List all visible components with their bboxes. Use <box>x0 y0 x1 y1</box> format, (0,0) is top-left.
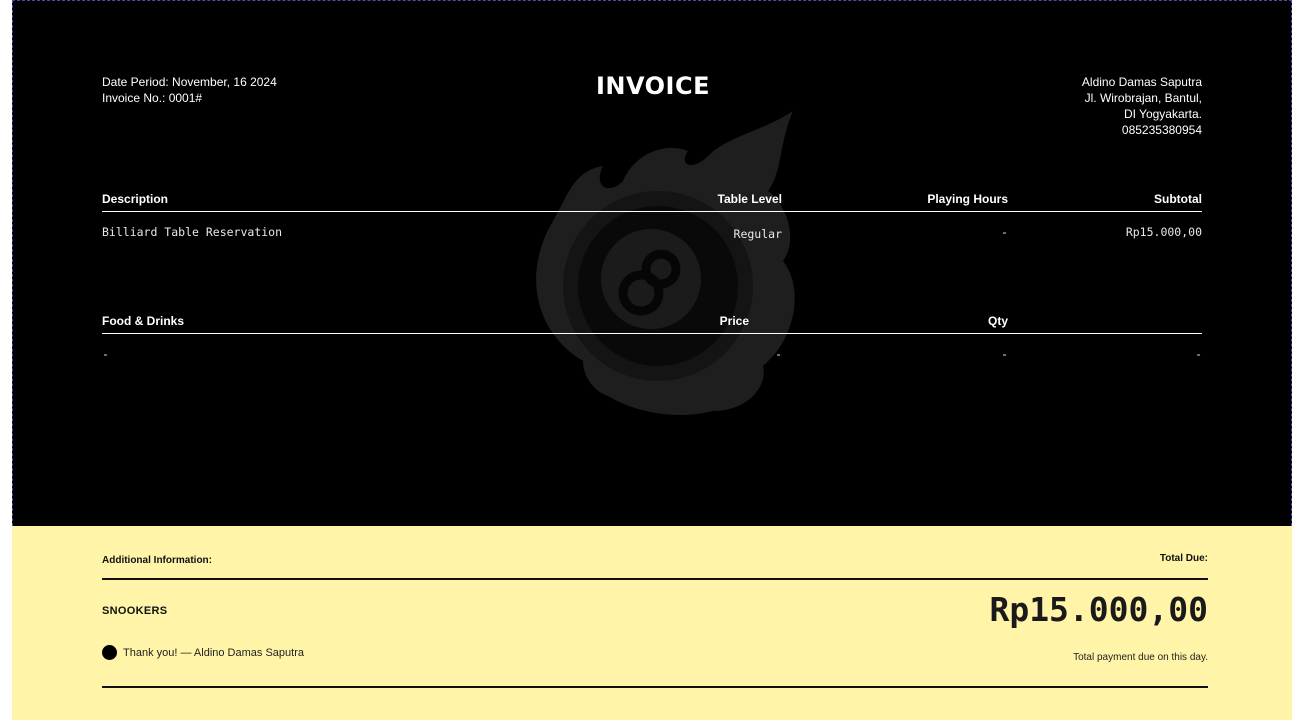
additional-info-label: Additional Information: <box>102 555 212 566</box>
reservation-table: Description Table Level Playing Hours Su… <box>102 192 1202 249</box>
cell-subtotal: Rp15.000,00 <box>1125 225 1202 239</box>
food-drinks-table-header: Food & Drinks Price Qty <box>102 314 1202 334</box>
total-amount: Rp15.000,00 <box>989 590 1208 629</box>
company-info: Aldino Damas Saputra Jl. Wirobrajan, Ban… <box>1082 74 1202 138</box>
company-address-line1: Jl. Wirobrajan, Bantul, <box>1084 91 1202 105</box>
table-row: - - - - <box>102 347 1202 371</box>
table-row: Billiard Table Reservation Regular - Rp1… <box>102 225 1202 249</box>
column-header-description: Description <box>102 192 169 206</box>
column-header-price: Price <box>719 314 749 328</box>
company-name: Aldino Damas Saputra <box>1081 75 1202 89</box>
cell-price: - <box>775 347 782 361</box>
cell-table-level: Regular <box>733 227 782 241</box>
cell-qty: - <box>1001 347 1008 361</box>
divider <box>102 686 1208 688</box>
column-header-food-drinks: Food & Drinks <box>102 314 185 328</box>
thank-you-note: Thank you! — Aldino Damas Saputra <box>102 645 304 660</box>
payment-due-note: Total payment due on this day. <box>1073 652 1208 663</box>
eight-ball-flame-icon <box>536 111 795 416</box>
cell-total: - <box>1195 347 1202 361</box>
column-header-subtotal: Subtotal <box>1154 192 1202 206</box>
company-address-line2: DI Yogyakarta. <box>1123 107 1202 121</box>
cell-playing-hours: - <box>1001 225 1008 239</box>
thank-you-text: Thank you! — Aldino Damas Saputra <box>123 646 304 659</box>
brand-name: SNOOKERS <box>102 605 168 617</box>
column-header-playing-hours: Playing Hours <box>927 192 1008 206</box>
food-drinks-table: Food & Drinks Price Qty - - - - <box>102 314 1202 371</box>
cell-food: - <box>102 347 109 361</box>
column-header-qty: Qty <box>987 314 1008 328</box>
divider <box>102 578 1208 580</box>
invoice-page: Date Period: November, 16 2024 Invoice N… <box>12 0 1292 720</box>
column-header-table-level: Table Level <box>717 192 782 206</box>
bullet-dot-icon <box>102 645 117 660</box>
total-due-label: Total Due: <box>1159 553 1208 564</box>
reservation-table-header: Description Table Level Playing Hours Su… <box>102 192 1202 212</box>
invoice-title: INVOICE <box>595 72 710 100</box>
company-phone: 085235380954 <box>1121 123 1202 137</box>
invoice-footer: Additional Information: Total Due: SNOOK… <box>12 526 1292 720</box>
cell-description: Billiard Table Reservation <box>102 225 283 239</box>
invoice-header-section: Date Period: November, 16 2024 Invoice N… <box>12 0 1292 526</box>
